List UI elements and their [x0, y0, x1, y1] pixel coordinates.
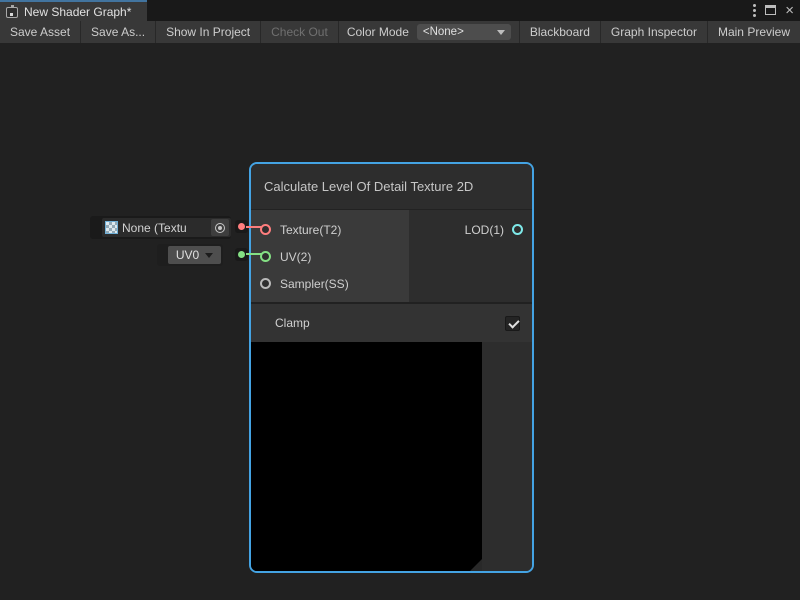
port-label-sampler: Sampler(SS) [280, 277, 349, 291]
color-mode-value: <None> [423, 26, 464, 38]
close-icon[interactable]: × [785, 3, 794, 18]
main-preview-toggle-button[interactable]: Main Preview [707, 21, 800, 43]
save-as-button[interactable]: Save As... [81, 21, 156, 43]
input-ports-column: Texture(T2) UV(2) Sampler(SS) [251, 210, 409, 302]
node-calculate-lod-texture-2d[interactable]: Calculate Level Of Detail Texture 2D Tex… [249, 162, 534, 573]
texture-object-field[interactable]: None (Textu [102, 218, 231, 237]
chevron-down-icon [497, 30, 505, 35]
uv-edge-wire[interactable] [246, 253, 262, 255]
show-in-project-button[interactable]: Show In Project [156, 21, 261, 43]
window-controls: × [753, 0, 794, 20]
color-mode-label: Color Mode [339, 21, 417, 43]
port-row-texture: Texture(T2) [251, 216, 409, 243]
kebab-menu-icon[interactable] [753, 9, 756, 12]
port-label-texture: Texture(T2) [280, 223, 341, 237]
port-row-uv: UV(2) [251, 243, 409, 270]
output-port-lod[interactable] [512, 224, 523, 235]
node-title: Calculate Level Of Detail Texture 2D [264, 179, 473, 194]
texture-edge-wire[interactable] [246, 226, 262, 228]
port-row-sampler: Sampler(SS) [251, 270, 409, 297]
output-ports-column: LOD(1) [409, 210, 532, 302]
texture-checker-icon [105, 221, 118, 234]
toolbar-right-group: Color Mode <None> Blackboard Graph Inspe… [339, 21, 800, 43]
port-label-uv: UV(2) [280, 250, 311, 264]
graph-canvas[interactable]: Calculate Level Of Detail Texture 2D Tex… [0, 43, 800, 600]
tab-bar: New Shader Graph* × [0, 0, 800, 21]
node-preview [251, 342, 482, 571]
preview-resize-handle[interactable] [470, 559, 482, 571]
clamp-label: Clamp [251, 316, 310, 330]
shader-graph-icon [6, 7, 18, 18]
shader-graph-window: New Shader Graph* × Save Asset Save As..… [0, 0, 800, 600]
blackboard-toggle-button[interactable]: Blackboard [519, 21, 600, 43]
tab-title: New Shader Graph* [24, 5, 131, 19]
texture-default-widget: None (Textu [90, 216, 231, 239]
check-out-button: Check Out [261, 21, 339, 43]
texture-object-value: None (Textu [122, 221, 207, 235]
node-ports-section: Texture(T2) UV(2) Sampler(SS) LOD(1) [251, 210, 532, 302]
clamp-option-row: Clamp [251, 302, 532, 342]
port-label-lod: LOD(1) [465, 223, 504, 237]
chevron-down-icon [205, 253, 213, 258]
object-picker-button[interactable] [211, 219, 229, 236]
node-preview-section [251, 342, 532, 571]
input-port-sampler[interactable] [260, 278, 271, 289]
graph-inspector-toggle-button[interactable]: Graph Inspector [600, 21, 707, 43]
save-asset-button[interactable]: Save Asset [0, 21, 81, 43]
uv-channel-value: UV0 [176, 248, 199, 262]
object-picker-icon [215, 223, 225, 233]
port-row-lod: LOD(1) [409, 216, 532, 243]
uv-default-widget: UV0 [157, 244, 223, 266]
uv-channel-dropdown[interactable]: UV0 [168, 246, 221, 264]
maximize-icon[interactable] [765, 5, 776, 15]
tab-new-shader-graph[interactable]: New Shader Graph* [0, 0, 147, 21]
clamp-checkbox[interactable] [505, 316, 520, 331]
color-mode-dropdown[interactable]: <None> [417, 24, 511, 40]
toolbar: Save Asset Save As... Show In Project Ch… [0, 21, 800, 43]
node-header[interactable]: Calculate Level Of Detail Texture 2D [251, 164, 532, 210]
